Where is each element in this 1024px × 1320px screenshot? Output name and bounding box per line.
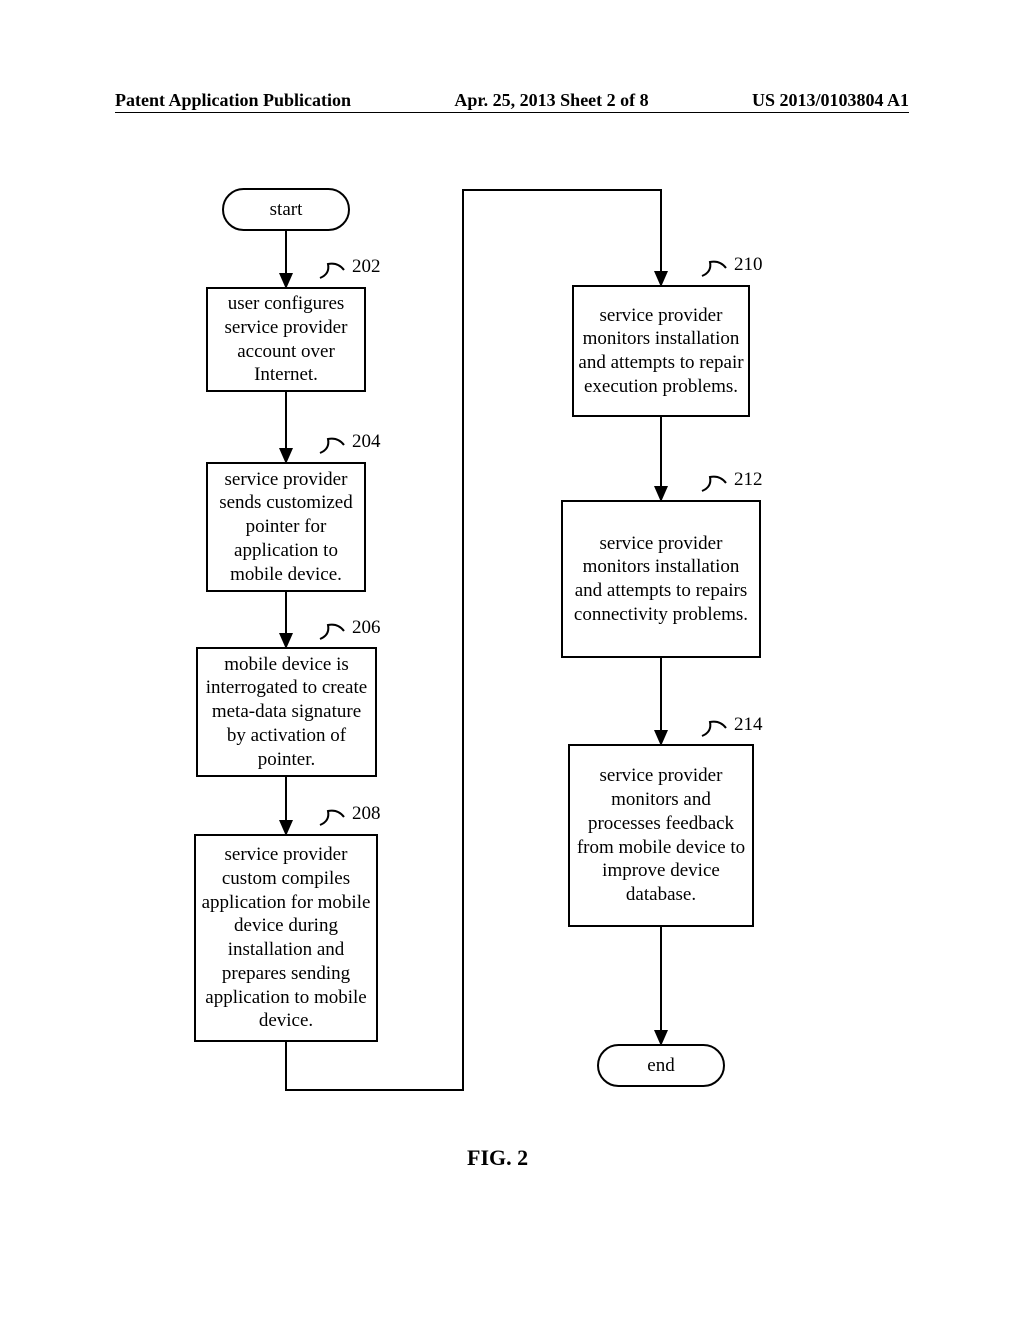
step-204-box: service provider sends customized pointe…	[206, 462, 366, 592]
header-left: Patent Application Publication	[115, 90, 351, 111]
step-214-text: service provider monitors and processes …	[574, 764, 748, 907]
end-label: end	[647, 1055, 674, 1077]
header-center: Apr. 25, 2013 Sheet 2 of 8	[454, 90, 648, 111]
step-210-box: service provider monitors installation a…	[572, 285, 750, 417]
end-terminator: end	[597, 1044, 725, 1087]
step-212-ref: 212	[734, 469, 763, 491]
start-label: start	[270, 199, 303, 221]
step-214-ref: 214	[734, 714, 763, 736]
step-210-ref: 210	[734, 254, 763, 276]
step-206-box: mobile device is interrogated to create …	[196, 647, 377, 777]
step-208-text: service provider custom compiles applica…	[200, 843, 372, 1033]
step-214-box: service provider monitors and processes …	[568, 744, 754, 927]
header-right: US 2013/0103804 A1	[752, 90, 909, 111]
step-208-box: service provider custom compiles applica…	[194, 834, 378, 1042]
step-204-ref: 204	[352, 431, 381, 453]
step-206-text: mobile device is interrogated to create …	[202, 653, 371, 772]
step-202-ref: 202	[352, 256, 381, 278]
start-terminator: start	[222, 188, 350, 231]
step-212-text: service provider monitors installation a…	[567, 532, 755, 627]
step-202-text: user configures service provider account…	[212, 292, 360, 387]
header-rule	[115, 112, 909, 113]
step-212-box: service provider monitors installation a…	[561, 500, 761, 658]
page-header: Patent Application Publication Apr. 25, …	[115, 90, 909, 111]
step-208-ref: 208	[352, 803, 381, 825]
step-202-box: user configures service provider account…	[206, 287, 366, 392]
connectors	[0, 180, 1024, 1180]
step-210-text: service provider monitors installation a…	[578, 304, 744, 399]
step-206-ref: 206	[352, 617, 381, 639]
figure-label: FIG. 2	[467, 1145, 528, 1171]
step-204-text: service provider sends customized pointe…	[212, 468, 360, 587]
